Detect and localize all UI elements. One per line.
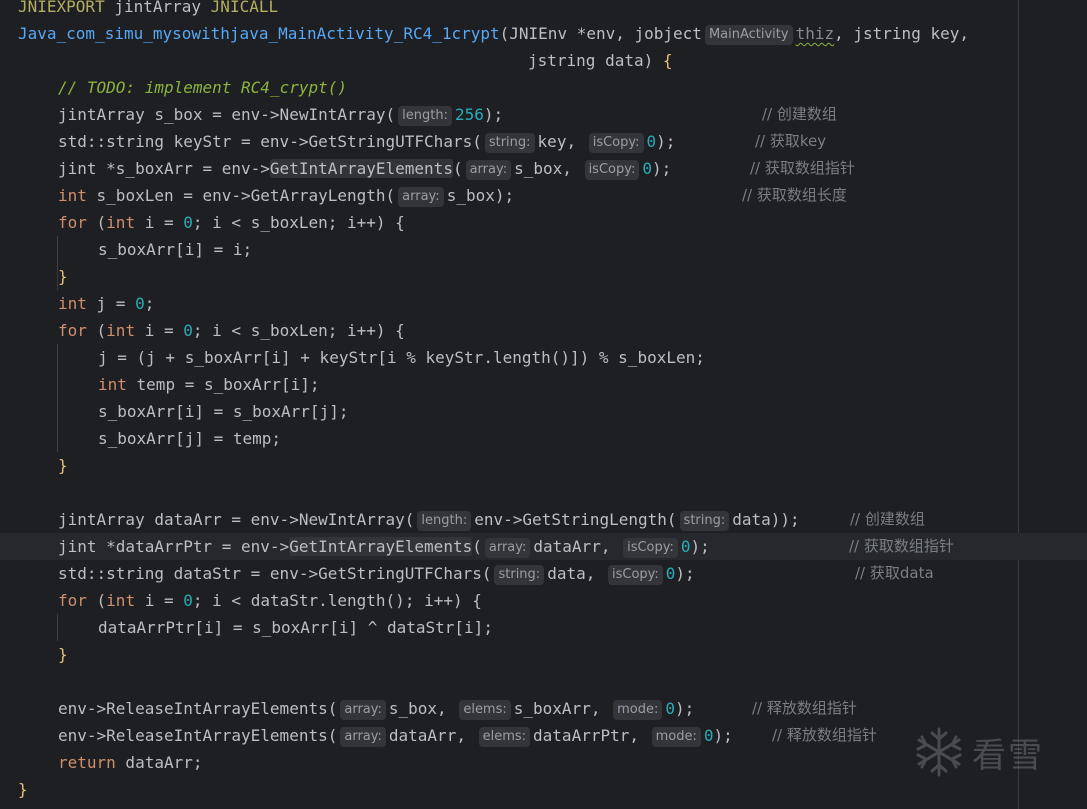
code-line-16[interactable]: s_boxArr[j] = temp; [98,425,281,452]
right-margin-guide [1018,0,1019,809]
comment: // 释放数组指针 [752,699,857,717]
code-line-24[interactable]: } [58,641,68,668]
highlighted-usage: GetIntArrayElements [269,159,453,178]
param-hint: string: [679,511,730,531]
code-line-22[interactable]: for (int i = 0; i < dataStr.length(); i+… [58,587,482,614]
comment: // 获取数组长度 [742,186,847,204]
param-hint: length: [398,106,452,126]
code-line-8[interactable]: for (int i = 0; i < s_boxLen; i++) { [58,209,405,236]
code-line-27[interactable]: env->ReleaseIntArrayElements(array: dataA… [58,722,733,749]
highlighted-usage: GetIntArrayElements [289,537,473,556]
param-type-hint: MainActivity [704,25,793,45]
code-line-21[interactable]: std::string dataStr = env->GetStringUTFC… [58,560,695,587]
param-hint: string: [494,565,545,585]
comment: // 获取data [855,564,934,582]
code-line-12[interactable]: for (int i = 0; i < s_boxLen; i++) { [58,317,405,344]
indent-guide [57,614,58,641]
code-line-2[interactable]: jstring data) { [528,47,673,74]
param-hint: array: [340,727,386,747]
watermark-text: 看雪 [972,735,1044,776]
code-line-28[interactable]: return dataArr; [58,749,203,776]
snowflake-icon [916,727,962,777]
param-hint: length: [417,511,472,531]
param-hint: isCopy: [607,565,663,585]
param-hint: array: [398,187,444,207]
code-line-17[interactable]: } [58,452,68,479]
code-line-11[interactable]: int j = 0; [58,290,154,317]
param-hint: array: [465,160,512,180]
param-hint: string: [484,133,535,153]
param-hint: elems: [459,700,511,720]
code-line-13[interactable]: j = (j + s_boxArr[i] + keyStr[i % keyStr… [98,344,705,371]
code-line-4[interactable]: jintArray s_box = env->NewIntArray(lengt… [58,101,503,128]
code-line-23[interactable]: dataArrPtr[i] = s_boxArr[i] ^ dataStr[i]… [98,614,493,641]
comment: // 获取数组指针 [849,537,954,555]
code-line-29[interactable]: } [18,776,28,803]
param-hint: mode: [613,700,663,720]
param-hint: mode: [651,727,701,747]
param-hint: isCopy: [584,160,640,180]
comment: // 创建数组 [762,105,837,123]
code-line-6[interactable]: jint *s_boxArr = env->GetIntArrayElement… [58,155,671,182]
comment: // 获取数组指针 [750,159,855,177]
code-line-19[interactable]: jintArray dataArr = env->NewIntArray(len… [58,506,800,533]
comment: // 获取key [755,132,827,150]
code-line-10[interactable]: } [58,263,68,290]
code-line-0[interactable]: JNIEXPORT jintArray JNICALL [18,0,278,20]
code-line-3[interactable]: // TODO: implement RC4_crypt() [58,74,347,101]
code-line-9[interactable]: s_boxArr[i] = i; [98,236,252,263]
param-hint: isCopy: [623,538,678,558]
indent-guide [57,344,58,452]
code-line-14[interactable]: int temp = s_boxArr[i]; [98,371,320,398]
param-hint: array: [484,538,531,558]
code-line-1[interactable]: Java_com_simu_mysowithjava_MainActivity_… [18,20,969,47]
code-line-7[interactable]: int s_boxLen = env->GetArrayLength(array… [58,182,514,209]
code-line-5[interactable]: std::string keyStr = env->GetStringUTFCh… [58,128,675,155]
param-hint: elems: [478,727,531,747]
comment: // 释放数组指针 [772,726,877,744]
param-hint: array: [340,700,386,720]
code-editor[interactable]: JNIEXPORT jintArray JNICALL Java_com_sim… [0,0,1087,809]
comment: // 创建数组 [850,510,925,528]
code-line-15[interactable]: s_boxArr[i] = s_boxArr[j]; [98,398,348,425]
unused-param-thiz: thiz [795,24,835,43]
watermark: 看雪 [912,722,1044,782]
function-name: Java_com_simu_mysowithjava_MainActivity_… [18,24,500,43]
code-line-26[interactable]: env->ReleaseIntArrayElements(array: s_box… [58,695,694,722]
code-line-20[interactable]: jint *dataArrPtr = env->GetIntArrayEleme… [58,533,710,560]
param-hint: isCopy: [588,133,644,153]
